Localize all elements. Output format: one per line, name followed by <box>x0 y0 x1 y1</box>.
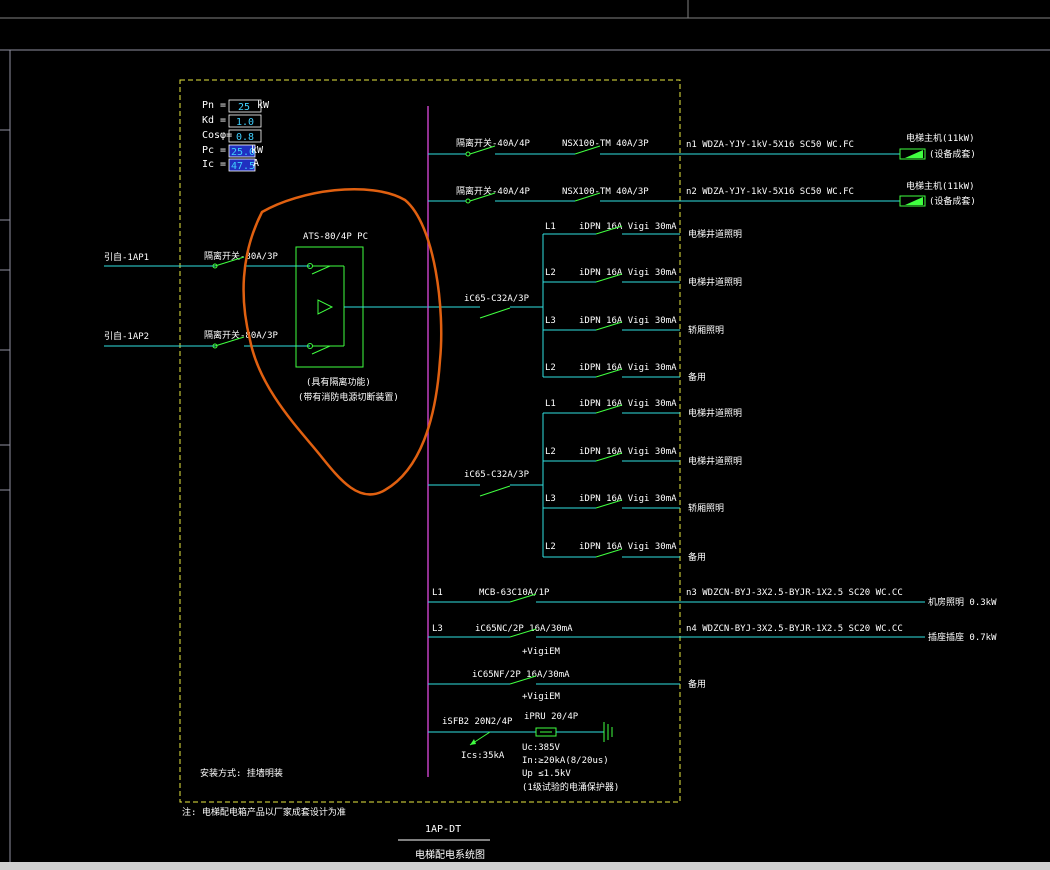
g2-phase-1: L1 <box>545 399 556 409</box>
g2-phase-4: L2 <box>545 542 556 552</box>
parameter-table: Pn = 25 kW Kd = 1.0 Cosφ= 0.8 Pc = 25.0 … <box>202 99 270 172</box>
pc-unit: kW <box>251 145 264 156</box>
drawing-code: 1AP-DT <box>425 824 461 835</box>
outgoing-circuit-n3: L1 MCB-63C10A/1P n3 WDZCN-BYJ-3X2.5-BYJR… <box>428 588 997 608</box>
g2-load-4: 备用 <box>688 551 706 563</box>
n2-load-name: 电梯主机(11kW) <box>906 180 975 192</box>
spare-vigi: +VigiEM <box>522 692 561 702</box>
ats-label: ATS-80/4P PC <box>303 232 368 242</box>
n1-load-name: 电梯主机(11kW) <box>906 132 975 144</box>
n3-circuit: n3 WDZCN-BYJ-3X2.5-BYJR-1X2.5 SC20 WC.CC <box>686 588 903 598</box>
ats-note-2: (带有消防电源切断装置) <box>298 391 399 403</box>
cos-value: 0.8 <box>236 132 254 143</box>
n2-circuit: n2 WDZA-YJY-1kV-5X16 SC50 WC.FC <box>686 187 854 197</box>
drawing-frame <box>0 0 1050 870</box>
spd-breaker: iSFB2 20N2/4P <box>442 717 513 727</box>
pn-label: Pn = <box>202 100 226 111</box>
g2-load-1: 电梯井道照明 <box>688 407 742 419</box>
g1-load-3: 轿厢照明 <box>688 324 724 336</box>
g1-sub-breaker-4: iDPN 16A Vigi 30mA <box>579 363 677 373</box>
spare-load: 备用 <box>688 678 706 690</box>
g2-phase-2: L2 <box>545 447 556 457</box>
ic-unit: A <box>253 158 259 169</box>
n2-load-note: (设备成套) <box>929 195 976 207</box>
n1-isolator: 隔离开关-40A/4P <box>456 137 531 149</box>
spd-note: (1级试验的电涌保护器) <box>522 781 619 793</box>
n4-load: 插座插座 0.7kW <box>928 631 997 643</box>
g1-phase-2: L2 <box>545 268 556 278</box>
n3-load: 机房照明 0.3kW <box>928 596 997 608</box>
drawing-name: 电梯配电系统图 <box>415 848 485 861</box>
g1-phase-4: L2 <box>545 363 556 373</box>
g1-sub-breaker-2: iDPN 16A Vigi 30mA <box>579 268 677 278</box>
group-1-breaker: iC65-C32A/3P <box>464 294 530 304</box>
spare-breaker: iC65NF/2P 16A/30mA <box>472 670 570 680</box>
spd-uc: Uc:385V <box>522 743 561 753</box>
outgoing-circuit-n4: L3 iC65NC/2P 16A/30mA n4 WDZCN-BYJ-3X2.5… <box>428 624 997 657</box>
group-2-breaker: iC65-C32A/3P <box>464 470 530 480</box>
incoming-2-label: 引自-1AP2 <box>104 330 149 342</box>
g1-sub-breaker-1: iDPN 16A Vigi 30mA <box>579 222 677 232</box>
g2-sub-breaker-1: iDPN 16A Vigi 30mA <box>579 399 677 409</box>
n4-vigi: +VigiEM <box>522 647 561 657</box>
g1-phase-1: L1 <box>545 222 556 232</box>
g1-phase-3: L3 <box>545 316 556 326</box>
footer-note: 注: 电梯配电箱产品以厂家成套设计为准 <box>182 806 346 818</box>
n1-load-note: (设备成套) <box>929 148 976 160</box>
lighting-group-2: iC65-C32A/3P L1 iDPN 16A Vigi 30mA 电梯井道照… <box>428 399 742 563</box>
spd-label: iPRU 20/4P <box>524 712 579 722</box>
ats-switch: ATS-80/4P PC (具有隔离功能) (带有消防电源切断装置) <box>295 232 430 403</box>
spd-in: In:≥20kA(8/20us) <box>522 756 609 766</box>
outgoing-circuit-n1: 隔离开关-40A/4P NSX100-TM 40A/3P n1 WDZA-YJY… <box>428 132 976 160</box>
pc-label: Pc = <box>202 145 226 156</box>
n4-circuit: n4 WDZCN-BYJ-3X2.5-BYJR-1X2.5 SC20 WC.CC <box>686 624 903 634</box>
g1-load-4: 备用 <box>688 371 706 383</box>
incoming-feeders: 引自-1AP1 隔离开关-80A/3P 引自-1AP2 隔离开关-80A/3P <box>104 250 310 349</box>
lighting-group-1: iC65-C32A/3P L1 iDPN 16A Vigi 30mA 电梯井道照… <box>428 222 742 383</box>
incoming-1-breaker: 隔离开关-80A/3P <box>204 250 279 262</box>
spare-circuit: iC65NF/2P 16A/30mA +VigiEM 备用 <box>428 670 706 702</box>
n3-phase: L1 <box>432 588 443 598</box>
electrical-schematic: Pn = 25 kW Kd = 1.0 Cosφ= 0.8 Pc = 25.0 … <box>0 0 1050 870</box>
n1-breaker: NSX100-TM 40A/3P <box>562 139 649 149</box>
g2-sub-breaker-2: iDPN 16A Vigi 30mA <box>579 447 677 457</box>
pn-unit: kW <box>257 100 270 111</box>
outgoing-circuit-n2: 隔离开关-40A/4P NSX100-TM 40A/3P n2 WDZA-YJY… <box>428 180 976 207</box>
n4-phase: L3 <box>432 624 443 634</box>
ic-value: 47.5 <box>231 161 255 172</box>
g1-sub-breaker-3: iDPN 16A Vigi 30mA <box>579 316 677 326</box>
g2-sub-breaker-3: iDPN 16A Vigi 30mA <box>579 494 677 504</box>
kd-value: 1.0 <box>236 117 254 128</box>
g2-load-3: 轿厢照明 <box>688 502 724 514</box>
ats-note-1: (具有隔离功能) <box>306 376 371 388</box>
n3-breaker: MCB-63C10A/1P <box>479 588 550 598</box>
spd-up: Up ≤1.5kV <box>522 769 571 779</box>
pn-value: 25 <box>238 102 250 113</box>
g1-load-1: 电梯井道照明 <box>688 228 742 240</box>
g2-load-2: 电梯井道照明 <box>688 455 742 467</box>
n2-isolator: 隔离开关-40A/4P <box>456 185 531 197</box>
g2-phase-3: L3 <box>545 494 556 504</box>
title-block: 1AP-DT 电梯配电系统图 <box>398 824 490 861</box>
n1-circuit: n1 WDZA-YJY-1kV-5X16 SC50 WC.FC <box>686 140 854 150</box>
kd-label: Kd = <box>202 115 226 126</box>
ic-label: Ic = <box>202 159 226 170</box>
incoming-2-breaker: 隔离开关-80A/3P <box>204 329 279 341</box>
cos-label: Cosφ= <box>202 130 232 141</box>
n2-breaker: NSX100-TM 40A/3P <box>562 187 649 197</box>
surge-protector: iSFB2 20N2/4P iPRU 20/4P Ics:35kA Uc:385… <box>428 712 619 793</box>
incoming-1-label: 引自-1AP1 <box>104 251 149 263</box>
spd-ics: Ics:35kA <box>461 751 505 761</box>
g2-sub-breaker-4: iDPN 16A Vigi 30mA <box>579 542 677 552</box>
g1-load-2: 电梯井道照明 <box>688 276 742 288</box>
installation-note: 安装方式: 挂墙明装 <box>200 767 283 779</box>
